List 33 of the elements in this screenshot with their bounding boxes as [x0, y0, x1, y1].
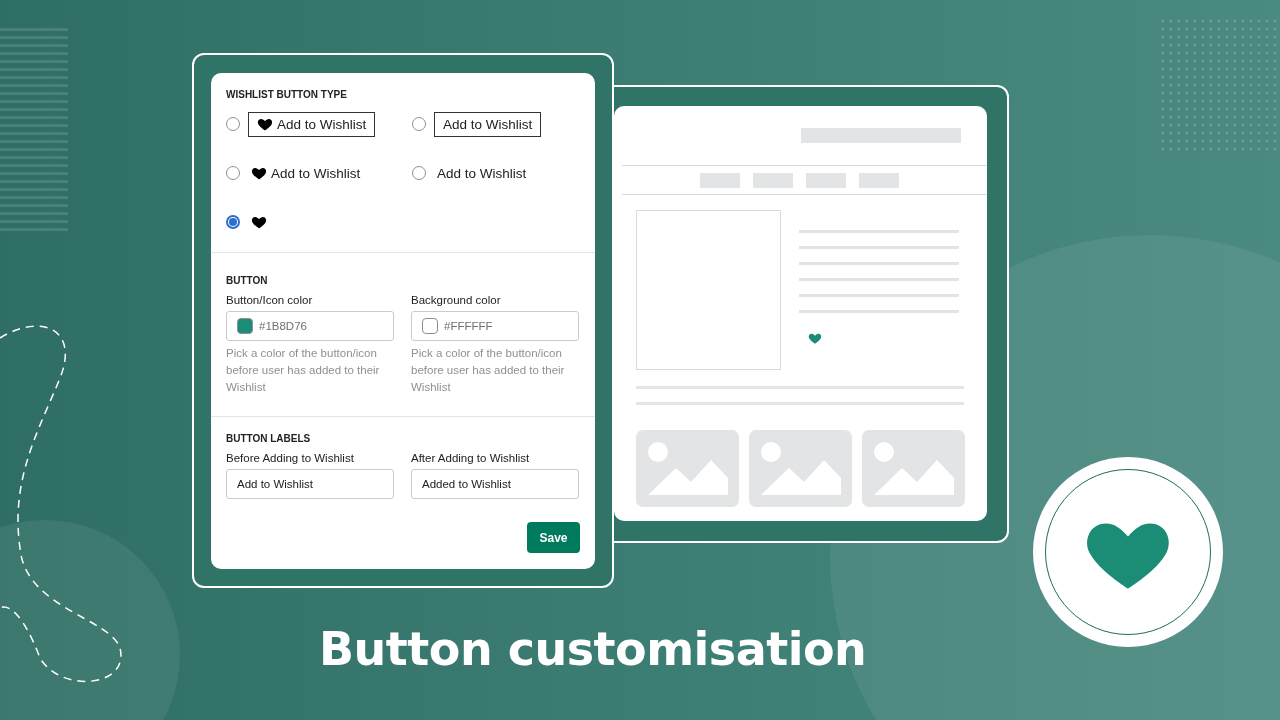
section-heading: WISHLIST BUTTON TYPE — [226, 89, 348, 100]
text-field[interactable]: Add to Wishlist — [226, 469, 394, 499]
field-label: Before Adding to Wishlist — [226, 452, 355, 464]
radio-button[interactable] — [226, 215, 240, 229]
nav-placeholder — [806, 173, 846, 188]
color-field[interactable]: #1B8D76 — [226, 311, 394, 341]
field-label: After Adding to Wishlist — [411, 452, 531, 464]
nav-placeholder — [859, 173, 899, 188]
image-placeholder-icon — [749, 430, 852, 507]
help-text: Pick a color of the button/icon before user has added to their Wishlist — [226, 346, 381, 395]
heart-icon — [257, 117, 273, 131]
field-label: Background color — [411, 294, 502, 306]
field-label: Button/Icon color — [226, 294, 314, 306]
color-swatch[interactable] — [422, 318, 438, 334]
caption: Button customisation — [319, 622, 867, 676]
wishlist-button-sample: Add to Wishlist — [248, 111, 376, 137]
color-swatch[interactable] — [237, 318, 253, 334]
section-heading: BUTTON LABELS — [226, 433, 312, 444]
image-placeholder-icon — [862, 430, 965, 507]
wishlist-link-sample: Add to Wishlist — [436, 164, 528, 183]
save-button[interactable]: Save — [527, 522, 580, 553]
image-placeholder-icon — [636, 430, 739, 507]
heart-icon — [251, 215, 267, 229]
text-field[interactable]: Added to Wishlist — [411, 469, 579, 499]
section-heading: BUTTON — [226, 275, 269, 286]
help-text: Pick a color of the button/icon before user has added to their Wishlist — [411, 346, 566, 395]
heart-icon — [251, 166, 267, 180]
nav-placeholder — [700, 173, 740, 188]
wishlist-button-sample: Add to Wishlist — [434, 111, 542, 137]
nav-placeholder — [753, 173, 793, 188]
color-field[interactable]: #FFFFFF — [411, 311, 579, 341]
wishlist-link-sample: Add to Wishlist — [248, 160, 364, 186]
heart-icon — [808, 332, 822, 345]
